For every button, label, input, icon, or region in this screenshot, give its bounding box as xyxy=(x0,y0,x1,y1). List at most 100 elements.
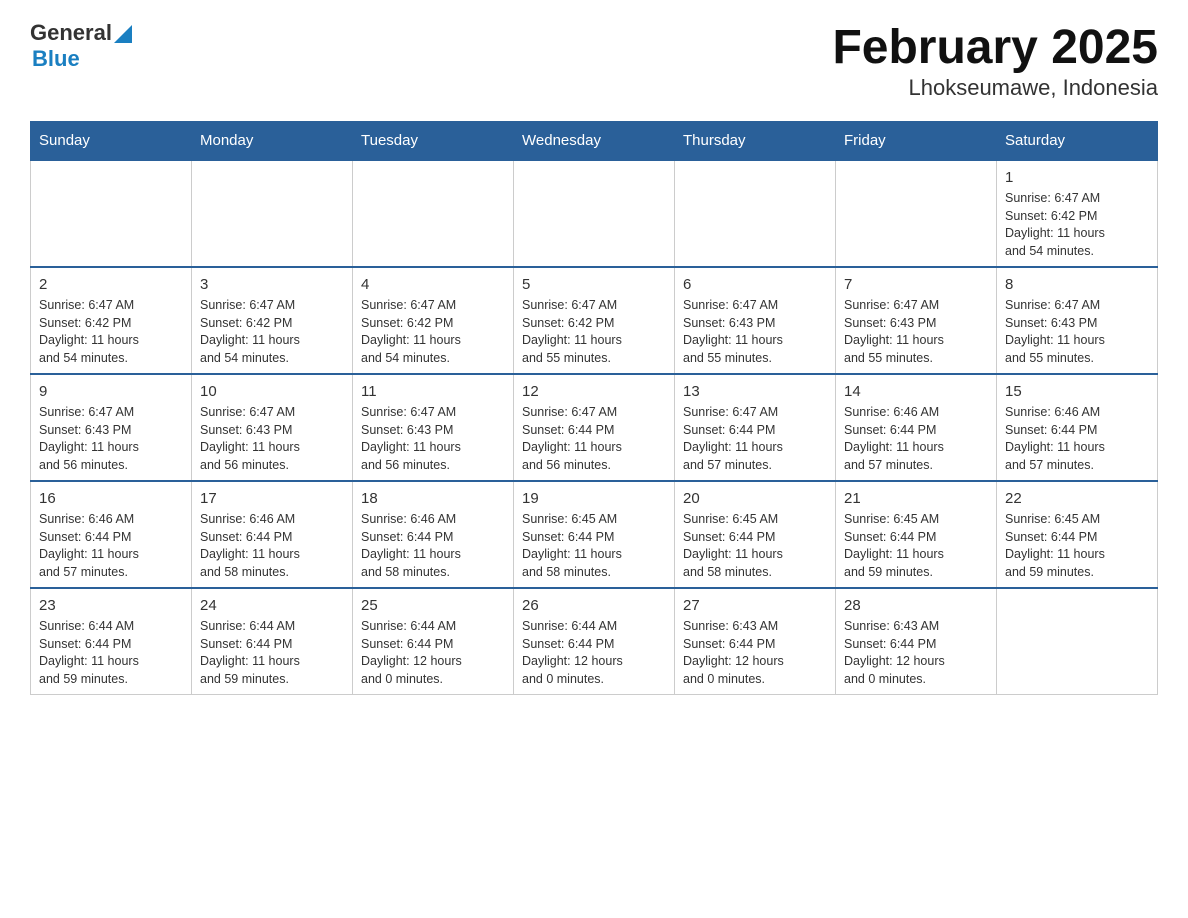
day-number: 17 xyxy=(200,488,344,509)
weekday-header-friday: Friday xyxy=(836,122,997,161)
calendar-cell: 12Sunrise: 6:47 AM Sunset: 6:44 PM Dayli… xyxy=(514,374,675,481)
day-info: Sunrise: 6:47 AM Sunset: 6:44 PM Dayligh… xyxy=(522,404,666,474)
calendar-cell xyxy=(514,160,675,267)
calendar-title-block: February 2025 Lhokseumawe, Indonesia xyxy=(832,20,1158,101)
calendar-cell: 26Sunrise: 6:44 AM Sunset: 6:44 PM Dayli… xyxy=(514,588,675,695)
day-number: 28 xyxy=(844,595,988,616)
day-info: Sunrise: 6:44 AM Sunset: 6:44 PM Dayligh… xyxy=(522,618,666,688)
day-number: 7 xyxy=(844,274,988,295)
day-info: Sunrise: 6:47 AM Sunset: 6:43 PM Dayligh… xyxy=(844,297,988,367)
day-info: Sunrise: 6:47 AM Sunset: 6:42 PM Dayligh… xyxy=(1005,190,1149,260)
day-info: Sunrise: 6:46 AM Sunset: 6:44 PM Dayligh… xyxy=(200,511,344,581)
calendar-table: SundayMondayTuesdayWednesdayThursdayFrid… xyxy=(30,121,1158,695)
day-info: Sunrise: 6:44 AM Sunset: 6:44 PM Dayligh… xyxy=(39,618,183,688)
calendar-cell xyxy=(353,160,514,267)
day-number: 12 xyxy=(522,381,666,402)
calendar-cell: 10Sunrise: 6:47 AM Sunset: 6:43 PM Dayli… xyxy=(192,374,353,481)
calendar-cell: 17Sunrise: 6:46 AM Sunset: 6:44 PM Dayli… xyxy=(192,481,353,588)
calendar-week-row: 1Sunrise: 6:47 AM Sunset: 6:42 PM Daylig… xyxy=(31,160,1158,267)
day-info: Sunrise: 6:46 AM Sunset: 6:44 PM Dayligh… xyxy=(844,404,988,474)
calendar-cell: 6Sunrise: 6:47 AM Sunset: 6:43 PM Daylig… xyxy=(675,267,836,374)
day-number: 5 xyxy=(522,274,666,295)
calendar-cell: 20Sunrise: 6:45 AM Sunset: 6:44 PM Dayli… xyxy=(675,481,836,588)
calendar-cell: 28Sunrise: 6:43 AM Sunset: 6:44 PM Dayli… xyxy=(836,588,997,695)
calendar-cell: 22Sunrise: 6:45 AM Sunset: 6:44 PM Dayli… xyxy=(997,481,1158,588)
calendar-cell: 15Sunrise: 6:46 AM Sunset: 6:44 PM Dayli… xyxy=(997,374,1158,481)
logo-blue-text: Blue xyxy=(32,46,132,72)
day-number: 21 xyxy=(844,488,988,509)
day-number: 2 xyxy=(39,274,183,295)
weekday-header-monday: Monday xyxy=(192,122,353,161)
calendar-cell: 23Sunrise: 6:44 AM Sunset: 6:44 PM Dayli… xyxy=(31,588,192,695)
day-number: 8 xyxy=(1005,274,1149,295)
day-number: 25 xyxy=(361,595,505,616)
day-info: Sunrise: 6:45 AM Sunset: 6:44 PM Dayligh… xyxy=(522,511,666,581)
day-number: 6 xyxy=(683,274,827,295)
day-number: 14 xyxy=(844,381,988,402)
day-info: Sunrise: 6:47 AM Sunset: 6:43 PM Dayligh… xyxy=(361,404,505,474)
logo: General Blue xyxy=(30,20,132,72)
logo-general-text: General xyxy=(30,20,112,46)
day-number: 24 xyxy=(200,595,344,616)
day-number: 15 xyxy=(1005,381,1149,402)
day-info: Sunrise: 6:47 AM Sunset: 6:43 PM Dayligh… xyxy=(200,404,344,474)
calendar-week-row: 16Sunrise: 6:46 AM Sunset: 6:44 PM Dayli… xyxy=(31,481,1158,588)
day-info: Sunrise: 6:46 AM Sunset: 6:44 PM Dayligh… xyxy=(361,511,505,581)
day-number: 13 xyxy=(683,381,827,402)
day-info: Sunrise: 6:43 AM Sunset: 6:44 PM Dayligh… xyxy=(683,618,827,688)
day-number: 19 xyxy=(522,488,666,509)
weekday-header-sunday: Sunday xyxy=(31,122,192,161)
calendar-cell xyxy=(836,160,997,267)
day-info: Sunrise: 6:44 AM Sunset: 6:44 PM Dayligh… xyxy=(200,618,344,688)
calendar-cell: 18Sunrise: 6:46 AM Sunset: 6:44 PM Dayli… xyxy=(353,481,514,588)
page-header: General Blue February 2025 Lhokseumawe, … xyxy=(30,20,1158,101)
calendar-cell: 13Sunrise: 6:47 AM Sunset: 6:44 PM Dayli… xyxy=(675,374,836,481)
day-info: Sunrise: 6:45 AM Sunset: 6:44 PM Dayligh… xyxy=(1005,511,1149,581)
calendar-cell: 2Sunrise: 6:47 AM Sunset: 6:42 PM Daylig… xyxy=(31,267,192,374)
calendar-cell xyxy=(192,160,353,267)
calendar-cell: 1Sunrise: 6:47 AM Sunset: 6:42 PM Daylig… xyxy=(997,160,1158,267)
calendar-cell: 21Sunrise: 6:45 AM Sunset: 6:44 PM Dayli… xyxy=(836,481,997,588)
calendar-cell: 8Sunrise: 6:47 AM Sunset: 6:43 PM Daylig… xyxy=(997,267,1158,374)
calendar-cell: 14Sunrise: 6:46 AM Sunset: 6:44 PM Dayli… xyxy=(836,374,997,481)
day-number: 22 xyxy=(1005,488,1149,509)
calendar-week-row: 23Sunrise: 6:44 AM Sunset: 6:44 PM Dayli… xyxy=(31,588,1158,695)
day-number: 27 xyxy=(683,595,827,616)
day-number: 3 xyxy=(200,274,344,295)
calendar-cell: 19Sunrise: 6:45 AM Sunset: 6:44 PM Dayli… xyxy=(514,481,675,588)
calendar-subtitle: Lhokseumawe, Indonesia xyxy=(832,75,1158,101)
day-info: Sunrise: 6:47 AM Sunset: 6:43 PM Dayligh… xyxy=(1005,297,1149,367)
day-number: 18 xyxy=(361,488,505,509)
day-info: Sunrise: 6:47 AM Sunset: 6:44 PM Dayligh… xyxy=(683,404,827,474)
calendar-cell: 4Sunrise: 6:47 AM Sunset: 6:42 PM Daylig… xyxy=(353,267,514,374)
day-info: Sunrise: 6:45 AM Sunset: 6:44 PM Dayligh… xyxy=(844,511,988,581)
calendar-cell xyxy=(31,160,192,267)
day-number: 9 xyxy=(39,381,183,402)
calendar-title: February 2025 xyxy=(832,20,1158,75)
calendar-cell: 5Sunrise: 6:47 AM Sunset: 6:42 PM Daylig… xyxy=(514,267,675,374)
calendar-cell: 3Sunrise: 6:47 AM Sunset: 6:42 PM Daylig… xyxy=(192,267,353,374)
day-info: Sunrise: 6:46 AM Sunset: 6:44 PM Dayligh… xyxy=(1005,404,1149,474)
day-info: Sunrise: 6:43 AM Sunset: 6:44 PM Dayligh… xyxy=(844,618,988,688)
day-info: Sunrise: 6:47 AM Sunset: 6:42 PM Dayligh… xyxy=(200,297,344,367)
day-info: Sunrise: 6:46 AM Sunset: 6:44 PM Dayligh… xyxy=(39,511,183,581)
calendar-cell xyxy=(997,588,1158,695)
day-number: 1 xyxy=(1005,167,1149,188)
weekday-header-tuesday: Tuesday xyxy=(353,122,514,161)
day-number: 10 xyxy=(200,381,344,402)
day-info: Sunrise: 6:47 AM Sunset: 6:43 PM Dayligh… xyxy=(39,404,183,474)
day-info: Sunrise: 6:47 AM Sunset: 6:42 PM Dayligh… xyxy=(39,297,183,367)
day-info: Sunrise: 6:45 AM Sunset: 6:44 PM Dayligh… xyxy=(683,511,827,581)
calendar-week-row: 2Sunrise: 6:47 AM Sunset: 6:42 PM Daylig… xyxy=(31,267,1158,374)
calendar-cell: 25Sunrise: 6:44 AM Sunset: 6:44 PM Dayli… xyxy=(353,588,514,695)
calendar-cell: 9Sunrise: 6:47 AM Sunset: 6:43 PM Daylig… xyxy=(31,374,192,481)
calendar-header-row: SundayMondayTuesdayWednesdayThursdayFrid… xyxy=(31,122,1158,161)
day-number: 11 xyxy=(361,381,505,402)
weekday-header-saturday: Saturday xyxy=(997,122,1158,161)
weekday-header-thursday: Thursday xyxy=(675,122,836,161)
day-info: Sunrise: 6:47 AM Sunset: 6:43 PM Dayligh… xyxy=(683,297,827,367)
weekday-header-wednesday: Wednesday xyxy=(514,122,675,161)
day-number: 20 xyxy=(683,488,827,509)
calendar-cell xyxy=(675,160,836,267)
day-info: Sunrise: 6:47 AM Sunset: 6:42 PM Dayligh… xyxy=(361,297,505,367)
